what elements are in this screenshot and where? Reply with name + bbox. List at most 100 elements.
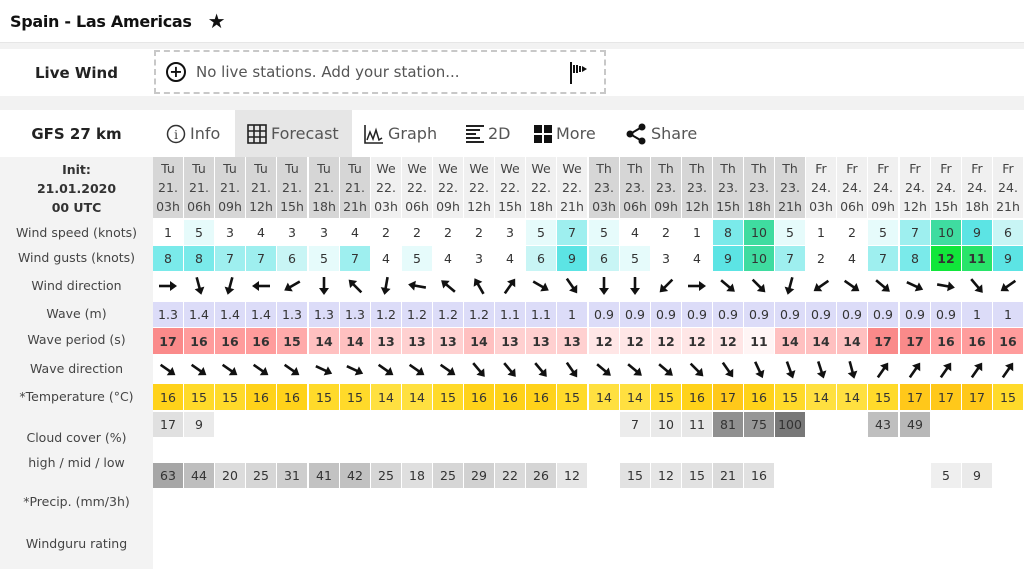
column-date: 21. <box>345 180 365 195</box>
column-header[interactable]: Tu 21. 21h <box>340 157 370 218</box>
cloud-low-cell: 42 <box>340 463 370 488</box>
wave-height-cell: 1.4 <box>184 302 214 327</box>
column-header[interactable]: We 22. 18h <box>526 157 556 218</box>
column-hour: 03h <box>156 199 180 214</box>
wind-gusts-cell: 4 <box>371 246 401 271</box>
temperature-cell: 15 <box>215 384 245 410</box>
column-date: 21. <box>158 180 178 195</box>
wind-gusts-cell: 7 <box>246 246 276 271</box>
column-day: We <box>562 161 582 176</box>
wave-period-cell: 17 <box>153 328 183 354</box>
label-wind-speed: Wind speed (knots) <box>15 225 138 240</box>
column-day: Tu <box>223 161 237 176</box>
cloud-low-cell: 31 <box>277 463 307 488</box>
column-header[interactable]: Th 23. 09h <box>651 157 681 218</box>
column-header[interactable]: We 22. 12h <box>464 157 494 218</box>
cloud-low-cell: 5 <box>931 463 961 488</box>
label-wind-gusts: Wind gusts (knots) <box>17 250 136 265</box>
tab-share[interactable]: Share <box>613 110 709 157</box>
column-day: We <box>407 161 427 176</box>
tabs-row: GFS 27 km i Info Forecast Graph 2D More <box>0 110 1024 157</box>
column-header[interactable]: We 22. 21h <box>557 157 587 218</box>
direction-arrow-icon <box>620 272 650 300</box>
column-header[interactable]: Tu 21. 03h <box>153 157 183 218</box>
temperature-cell: 16 <box>153 384 183 410</box>
direction-arrow-icon <box>682 272 712 300</box>
column-date: 21. <box>282 180 302 195</box>
column-hour: 18h <box>529 199 553 214</box>
star-icon[interactable]: ★ <box>208 9 226 33</box>
column-header[interactable]: We 22. 15h <box>495 157 525 218</box>
cloud-low-cell: 22 <box>495 463 525 488</box>
column-hour: 21h <box>560 199 584 214</box>
wave-height-cell: 0.9 <box>651 302 681 327</box>
tab-info[interactable]: i Info <box>154 110 232 157</box>
column-header[interactable]: Th 23. 15h <box>713 157 743 218</box>
column-day: Th <box>751 161 767 176</box>
tab-share-label: Share <box>651 124 698 143</box>
wind-speed-cell: 2 <box>651 220 681 245</box>
column-header[interactable]: Fr 24. 03h <box>806 157 836 218</box>
column-day: Tu <box>161 161 175 176</box>
wave-period-cell: 12 <box>651 328 681 354</box>
column-header[interactable]: Tu 21. 12h <box>246 157 276 218</box>
add-station-box[interactable]: + No live stations. Add your station... <box>154 50 606 94</box>
column-header[interactable]: Fr 24. 06h <box>837 157 867 218</box>
column-hour: 21h <box>778 199 802 214</box>
wind-gusts-cell: 5 <box>620 246 650 271</box>
column-header[interactable]: Fr 24. 21h <box>993 157 1023 218</box>
direction-arrow-icon <box>837 356 867 384</box>
wave-period-cell: 16 <box>184 328 214 354</box>
column-header[interactable]: Th 23. 06h <box>620 157 650 218</box>
direction-arrow-icon <box>806 272 836 300</box>
column-header[interactable]: We 22. 06h <box>402 157 432 218</box>
column-header[interactable]: Th 23. 21h <box>775 157 805 218</box>
column-header[interactable]: Fr 24. 12h <box>900 157 930 218</box>
direction-arrow-icon <box>277 356 307 384</box>
tab-2d[interactable]: 2D <box>454 110 523 157</box>
column-header[interactable]: Th 23. 03h <box>589 157 619 218</box>
column-header[interactable]: Tu 21. 09h <box>215 157 245 218</box>
wave-height-cell: 1.1 <box>526 302 556 327</box>
direction-arrow-icon <box>464 356 494 384</box>
column-header[interactable]: We 22. 09h <box>433 157 463 218</box>
column-date: 24. <box>811 180 831 195</box>
column-hour: 09h <box>218 199 242 214</box>
column-header[interactable]: Fr 24. 15h <box>931 157 961 218</box>
column-hour: 12h <box>249 199 273 214</box>
direction-arrow-icon <box>620 356 650 384</box>
column-hour: 15h <box>716 199 740 214</box>
tab-graph-label: Graph <box>388 124 438 143</box>
cloud-high-cell <box>557 412 587 437</box>
tab-2d-label: 2D <box>488 124 511 143</box>
direction-arrow-icon <box>744 356 774 384</box>
wave-period-cell: 12 <box>589 328 619 354</box>
temperature-cell: 14 <box>402 384 432 410</box>
column-header[interactable]: Tu 21. 18h <box>309 157 339 218</box>
column-header[interactable]: Th 23. 12h <box>682 157 712 218</box>
column-header[interactable]: Tu 21. 06h <box>184 157 214 218</box>
direction-arrow-icon <box>775 356 805 384</box>
wave-height-cell: 0.9 <box>775 302 805 327</box>
tab-more[interactable]: More <box>522 110 608 157</box>
direction-arrow-icon <box>340 356 370 384</box>
column-header[interactable]: Fr 24. 09h <box>868 157 898 218</box>
column-header[interactable]: Fr 24. 18h <box>962 157 992 218</box>
direction-arrow-icon <box>340 272 370 300</box>
wave-height-cell: 1.2 <box>433 302 463 327</box>
label-wave: Wave (m) <box>46 306 107 321</box>
wave-height-cell: 0.9 <box>806 302 836 327</box>
tab-graph[interactable]: Graph <box>352 110 449 157</box>
direction-arrow-icon <box>184 356 214 384</box>
column-header[interactable]: Th 23. 18h <box>744 157 774 218</box>
wind-gusts-cell: 3 <box>651 246 681 271</box>
temperature-cell: 15 <box>184 384 214 410</box>
cloud-low-cell: 41 <box>309 463 339 488</box>
temperature-cell: 15 <box>651 384 681 410</box>
tab-forecast[interactable]: Forecast <box>235 110 352 157</box>
column-day: Tu <box>348 161 362 176</box>
column-header[interactable]: We 22. 03h <box>371 157 401 218</box>
column-header[interactable]: Tu 21. 15h <box>277 157 307 218</box>
column-day: Th <box>658 161 674 176</box>
wave-height-cell: 1 <box>962 302 992 327</box>
